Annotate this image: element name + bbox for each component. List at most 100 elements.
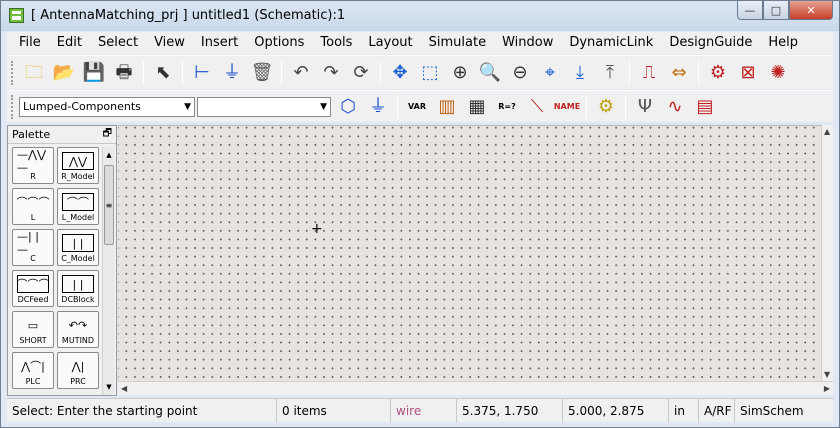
undo-icon[interactable]: ↶ bbox=[288, 60, 314, 86]
scroll-left-icon[interactable]: ◀ bbox=[121, 384, 127, 393]
display-icon[interactable]: ▦ bbox=[464, 94, 490, 120]
optimize-icon[interactable]: ✺ bbox=[765, 60, 791, 86]
probe-icon[interactable]: Ψ bbox=[632, 94, 658, 120]
palette-item-label: DCFeed bbox=[17, 295, 49, 304]
component-search-select[interactable]: ▼ bbox=[197, 96, 331, 117]
plot-icon[interactable]: ∿ bbox=[662, 94, 688, 120]
palette-item-dcfeed[interactable]: ⌒⌒⌒ DCFeed bbox=[12, 270, 54, 307]
palette-item-label: PRC bbox=[70, 377, 86, 386]
rotate-icon[interactable]: ⟳ bbox=[348, 60, 374, 86]
palette-item-l-model[interactable]: ⌒⌒ L_Model bbox=[57, 188, 99, 225]
palette-item-c[interactable]: —| |— C bbox=[12, 229, 54, 266]
menu-help[interactable]: Help bbox=[760, 32, 806, 54]
menu-layout[interactable]: Layout bbox=[360, 32, 420, 54]
palette-item-label: C bbox=[30, 254, 36, 263]
open-icon[interactable]: 📂 bbox=[51, 60, 77, 86]
app-icon bbox=[9, 8, 24, 23]
ground-icon[interactable]: ⏚ bbox=[365, 94, 391, 120]
palette-item-plc[interactable]: ⋀⌒| PLC bbox=[12, 352, 54, 389]
menu-simulate[interactable]: Simulate bbox=[421, 32, 494, 54]
settings-icon[interactable]: ⚙ bbox=[593, 94, 619, 120]
menu-designguide[interactable]: DesignGuide bbox=[661, 32, 760, 54]
component-symbol-icon: —| |— bbox=[17, 230, 39, 256]
save-icon[interactable]: 💾 bbox=[81, 60, 107, 86]
title-bar[interactable]: [ AntennaMatching_prj ] untitled1 (Schem… bbox=[1, 1, 839, 31]
menu-tools[interactable]: Tools bbox=[312, 32, 360, 54]
tune-icon[interactable]: ⊠ bbox=[735, 60, 761, 86]
scroll-up-icon[interactable]: ▲ bbox=[104, 149, 114, 161]
scroll-down-icon[interactable]: ▼ bbox=[104, 381, 114, 393]
window-controls: — □ ✕ bbox=[737, 1, 833, 21]
menu-select[interactable]: Select bbox=[90, 32, 146, 54]
scroll-down-icon[interactable]: ▼ bbox=[824, 370, 830, 379]
palette-item-dcblock[interactable]: | | DCBlock bbox=[57, 270, 99, 307]
component-symbol-icon: ⌒⌒ bbox=[62, 193, 94, 211]
palette-item-l[interactable]: ⌒⌒⌒ L bbox=[12, 188, 54, 225]
zoom-area-icon[interactable]: ⬚ bbox=[417, 60, 443, 86]
palette-item-r-model[interactable]: ⋀⋁ R_Model bbox=[57, 147, 99, 184]
dock-icon[interactable]: 🗗 bbox=[103, 126, 112, 143]
menu-insert[interactable]: Insert bbox=[193, 32, 246, 54]
palette-item-c-model[interactable]: | | C_Model bbox=[57, 229, 99, 266]
main-toolbar: 🗀 📂 💾 🖶 ⬉ ⊢ ⏚ 🗑 ↶ ↷ ⟳ ✥ ⬚ ⊕ 🔍 ⊖ ⌖ ⤓ ⤒ ⎍ ⇔ ⚙ ⊠ ✺ bbox=[7, 55, 833, 89]
push-into-icon[interactable]: ⤓ bbox=[567, 60, 593, 86]
insert-ground-icon[interactable]: ⏚ bbox=[219, 60, 245, 86]
redo-icon[interactable]: ↷ bbox=[318, 60, 344, 86]
var-icon[interactable]: VAR bbox=[404, 94, 430, 120]
canvas-horizontal-scrollbar[interactable]: ◀ ▶ bbox=[118, 381, 833, 395]
menu-bar: File Edit Select View Insert Options Tools Layo… bbox=[7, 32, 833, 54]
menu-window[interactable]: Window bbox=[494, 32, 561, 54]
palette-item-label: L_Model bbox=[61, 213, 95, 222]
select-pointer-icon[interactable]: ⬉ bbox=[150, 60, 176, 86]
pop-out-icon[interactable]: ⤒ bbox=[597, 60, 623, 86]
menu-dynamiclink[interactable]: DynamicLink bbox=[561, 32, 661, 54]
new-icon[interactable]: 🗀 bbox=[21, 60, 47, 86]
toolbar-grip[interactable] bbox=[11, 60, 15, 85]
library-select-value: Lumped-Components bbox=[23, 100, 141, 113]
crosshair-cursor-icon: + bbox=[311, 221, 323, 237]
print-icon[interactable]: 🖶 bbox=[111, 60, 137, 86]
palette-item-mutind[interactable]: ↶↷ MUTIND bbox=[57, 311, 99, 348]
component-icon[interactable]: ⇔ bbox=[666, 60, 692, 86]
palette-item-r[interactable]: —⋀⋁— R bbox=[12, 147, 54, 184]
menu-file[interactable]: File bbox=[11, 32, 49, 54]
export-icon[interactable]: ▤ bbox=[692, 94, 718, 120]
zoom-fit-icon[interactable]: ⌖ bbox=[537, 60, 563, 86]
maximize-button[interactable]: □ bbox=[763, 1, 789, 20]
scroll-up-icon[interactable]: ▲ bbox=[824, 127, 830, 136]
canvas-vertical-scrollbar[interactable]: ▲ ▼ bbox=[821, 125, 833, 381]
zoom-out-icon[interactable]: ⊖ bbox=[507, 60, 533, 86]
zoom-in-icon[interactable]: ⊕ bbox=[447, 60, 473, 86]
scroll-right-icon[interactable]: ▶ bbox=[824, 384, 830, 393]
close-button[interactable]: ✕ bbox=[789, 1, 833, 20]
minimize-button[interactable]: — bbox=[737, 1, 763, 20]
palette-scrollbar[interactable]: ▲ ≡ ▼ bbox=[102, 147, 114, 395]
toolbar-separator bbox=[698, 60, 699, 85]
sim-controller-icon[interactable]: ▥ bbox=[434, 94, 460, 120]
simulate-icon[interactable]: ⚙ bbox=[705, 60, 731, 86]
palette-scroll-thumb[interactable]: ≡ bbox=[104, 165, 114, 245]
status-message: Select: Enter the starting point bbox=[7, 398, 277, 423]
delete-icon[interactable]: 🗑 bbox=[249, 60, 275, 86]
palette-title: Palette bbox=[12, 128, 51, 141]
palette-item-prc[interactable]: ⋀| PRC bbox=[57, 352, 99, 389]
menu-view[interactable]: View bbox=[146, 32, 193, 54]
status-coordinate-1: 5.375, 1.750 bbox=[457, 398, 563, 423]
wire-draw-icon[interactable]: ⟍ bbox=[524, 94, 550, 120]
name-icon[interactable]: NAME bbox=[554, 94, 580, 120]
port-icon[interactable]: ⬡ bbox=[335, 94, 361, 120]
zoom-in-2x-icon[interactable]: 🔍 bbox=[477, 60, 503, 86]
insert-pin-icon[interactable]: ⊢ bbox=[189, 60, 215, 86]
move-icon[interactable]: ✥ bbox=[387, 60, 413, 86]
menu-edit[interactable]: Edit bbox=[49, 32, 90, 54]
schematic-canvas[interactable]: + bbox=[118, 125, 821, 381]
equation-icon[interactable]: R=? bbox=[494, 94, 520, 120]
menu-options[interactable]: Options bbox=[246, 32, 312, 54]
palette-item-short[interactable]: ▭ SHORT bbox=[12, 311, 54, 348]
wire-icon[interactable]: ⎍ bbox=[636, 60, 662, 86]
toolbar-grip[interactable] bbox=[11, 94, 15, 119]
toolbar-separator bbox=[629, 60, 630, 85]
toolbar-separator bbox=[281, 60, 282, 85]
component-symbol-icon: | | bbox=[62, 275, 94, 293]
library-select[interactable]: Lumped-Components ▼ bbox=[19, 96, 195, 117]
